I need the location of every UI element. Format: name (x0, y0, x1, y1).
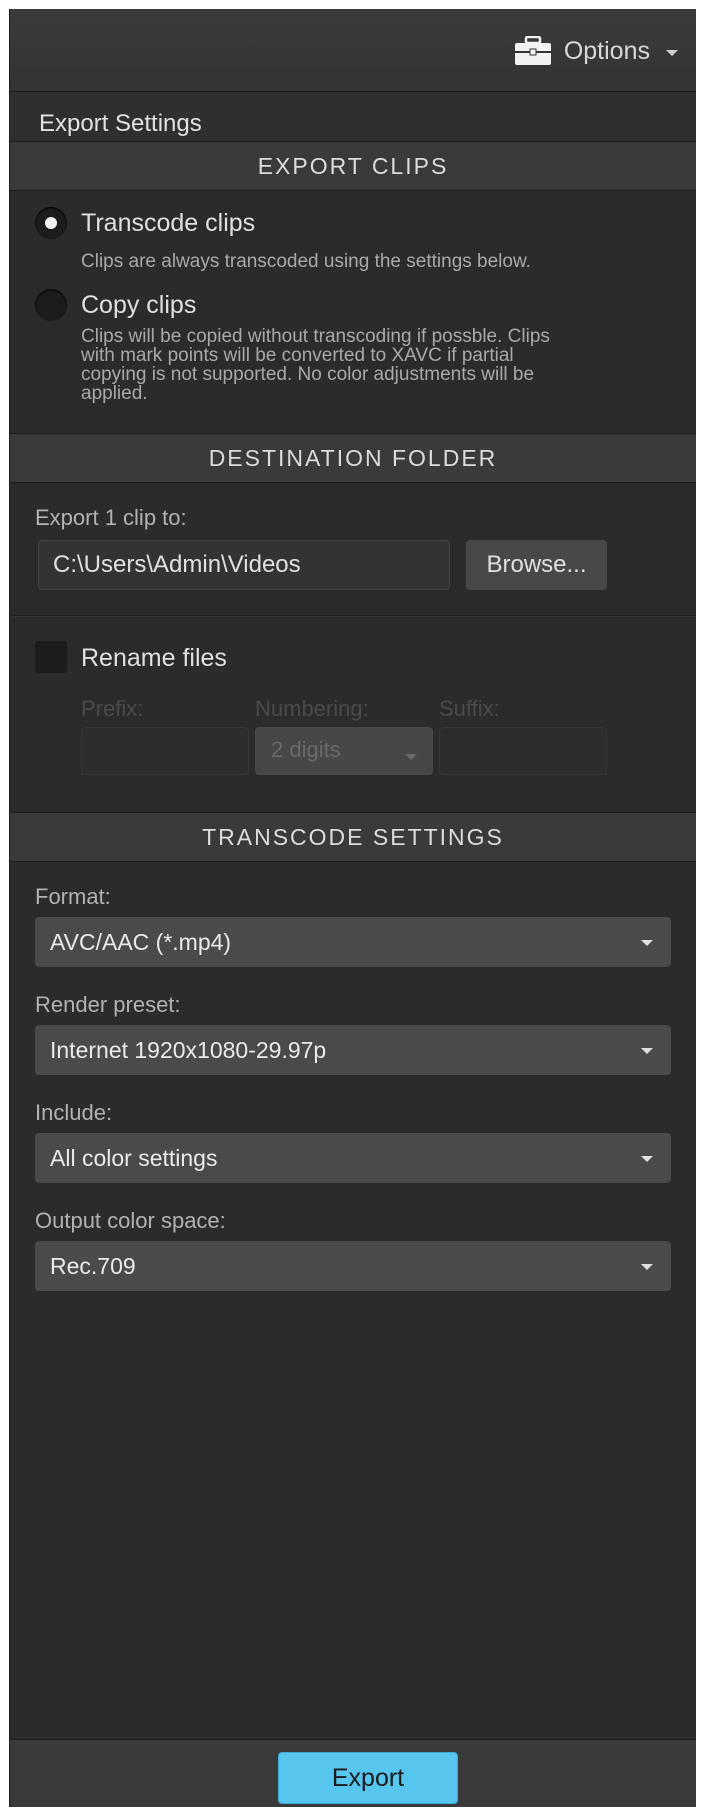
options-button[interactable]: Options (514, 33, 678, 69)
footer-bar: Export (10, 1739, 696, 1807)
section-header-destination-folder: DESTINATION FOLDER (10, 433, 696, 483)
format-label: Format: (35, 884, 111, 909)
transcode-clips-label[interactable]: Transcode clips (81, 209, 255, 238)
options-label: Options (563, 36, 650, 65)
copy-clips-label[interactable]: Copy clips (81, 291, 196, 320)
copy-clips-description-line-4: applied. (81, 383, 148, 404)
copy-clips-description-line-2: with mark points will be converted to XA… (81, 345, 514, 366)
include-value: All color settings (50, 1145, 218, 1171)
chevron-down-icon (641, 940, 653, 946)
copy-clips-description-line-1: Clips will be copied without transcoding… (81, 326, 550, 347)
copy-clips-description-line-3: copying is not supported. No color adjus… (81, 364, 535, 385)
destination-path-input[interactable]: C:\Users\Admin\Videos (38, 540, 450, 590)
format-select[interactable]: AVC/AAC (*.mp4) (35, 917, 671, 967)
chevron-down-icon (405, 754, 417, 760)
section-title: TRANSCODE SETTINGS (202, 824, 504, 850)
export-button[interactable]: Export (278, 1752, 458, 1804)
section-header-transcode-settings: TRANSCODE SETTINGS (10, 812, 696, 862)
render-preset-select[interactable]: Internet 1920x1080-29.97p (35, 1025, 671, 1075)
format-value: AVC/AAC (*.mp4) (50, 929, 232, 955)
transcode-clips-description: Clips are always transcoded using the se… (81, 251, 531, 272)
export-to-label: Export 1 clip to: (35, 505, 187, 530)
toolbar: Options (10, 9, 696, 92)
chevron-down-icon (641, 1048, 653, 1054)
include-label: Include: (35, 1100, 113, 1125)
include-select[interactable]: All color settings (35, 1133, 671, 1183)
browse-button[interactable]: Browse... (466, 540, 607, 590)
render-preset-label: Render preset: (35, 992, 181, 1017)
suffix-input[interactable] (439, 727, 607, 775)
section-title: EXPORT CLIPS (257, 153, 449, 179)
chevron-down-icon (641, 1264, 653, 1270)
suffix-label: Suffix: (439, 696, 500, 721)
prefix-input[interactable] (81, 727, 249, 775)
output-color-space-select[interactable]: Rec.709 (35, 1241, 671, 1291)
output-color-space-label: Output color space: (35, 1208, 226, 1233)
rename-files-checkbox[interactable] (35, 641, 67, 673)
section-title: DESTINATION FOLDER (208, 445, 498, 471)
chevron-down-icon (666, 50, 678, 56)
numbering-value: 2 digits (271, 737, 341, 762)
section-header-export-clips: EXPORT CLIPS (10, 141, 696, 191)
transcode-clips-radio[interactable] (35, 207, 67, 239)
numbering-select[interactable]: 2 digits (255, 727, 433, 775)
numbering-label: Numbering: (255, 696, 369, 721)
rename-files-label[interactable]: Rename files (81, 644, 227, 673)
chevron-down-icon (641, 1156, 653, 1162)
page-title: Export Settings (39, 110, 202, 137)
render-preset-value: Internet 1920x1080-29.97p (50, 1037, 327, 1063)
briefcase-icon (514, 36, 551, 65)
export-settings-panel: Options Export Settings EXPORT CLIPS Tra… (9, 9, 696, 1807)
divider (10, 615, 696, 617)
prefix-label: Prefix: (81, 696, 144, 721)
copy-clips-radio[interactable] (35, 289, 67, 321)
output-color-space-value: Rec.709 (50, 1253, 136, 1279)
